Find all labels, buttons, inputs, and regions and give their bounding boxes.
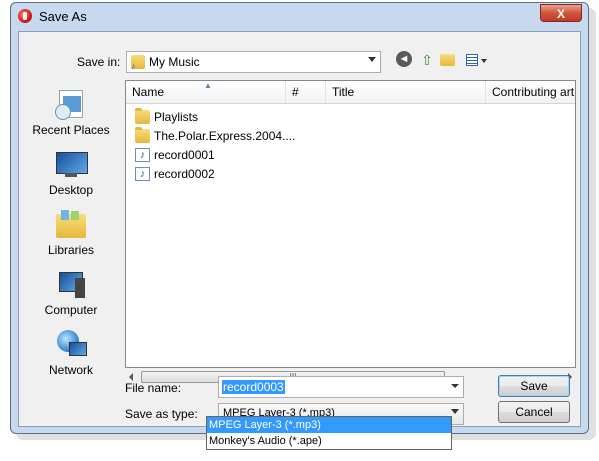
chevron-down-icon[interactable] <box>451 384 459 388</box>
file-name-value: record0003 <box>222 380 285 394</box>
chevron-down-icon <box>368 57 376 62</box>
file-name-input[interactable]: record0003 <box>218 376 464 398</box>
window-title: Save As <box>39 9 87 24</box>
recent-places-label: Recent Places <box>32 123 110 137</box>
recent-places-icon <box>55 88 87 120</box>
column-header: Name ▲ # Title Contributing art <box>126 81 575 104</box>
place-libraries[interactable]: Libraries <box>19 208 123 257</box>
computer-label: Computer <box>44 303 98 317</box>
save-in-label: Save in: <box>77 55 121 69</box>
file-name-label: File name: <box>125 381 182 395</box>
new-folder-button[interactable] <box>440 51 458 69</box>
type-option-mp3[interactable]: MPEG Layer-3 (*.mp3) <box>207 417 451 433</box>
column-title[interactable]: Title <box>326 81 486 103</box>
place-computer[interactable]: Computer <box>19 268 123 317</box>
network-icon <box>55 328 87 360</box>
folder-icon <box>135 127 150 143</box>
save-button[interactable]: Save <box>498 375 570 397</box>
places-bar: Recent Places Desktop Libraries Computer… <box>19 78 123 426</box>
view-grid-icon <box>466 54 478 66</box>
network-label: Network <box>48 363 93 377</box>
view-menu-button[interactable] <box>464 51 490 69</box>
file-list[interactable]: Name ▲ # Title Contributing art Playlist… <box>125 80 576 368</box>
app-icon <box>18 9 32 23</box>
column-contributing-artists[interactable]: Contributing art <box>486 81 575 103</box>
cancel-button[interactable]: Cancel <box>498 401 570 423</box>
folder-up-icon: ⇧ <box>421 52 433 68</box>
back-button[interactable]: ◄ <box>396 51 414 69</box>
type-option-ape[interactable]: Monkey's Audio (*.ape) <box>207 433 451 449</box>
title-bar: Save As X <box>11 3 588 29</box>
close-button[interactable]: X <box>540 4 582 22</box>
save-as-dialog: Save As X Save in: ♪ My Music ◄ ⇧ Recent… <box>10 2 589 434</box>
music-file-icon: ♪ <box>135 148 150 162</box>
scroll-left-icon[interactable] <box>129 373 133 381</box>
back-arrow-icon: ◄ <box>396 51 412 67</box>
new-folder-icon <box>440 54 455 66</box>
save-as-type-label: Save as type: <box>125 407 198 421</box>
save-in-value: My Music <box>149 55 200 69</box>
dialog-client: Save in: ♪ My Music ◄ ⇧ Recent Places De… <box>18 31 581 427</box>
libraries-icon <box>55 208 87 240</box>
place-network[interactable]: Network <box>19 328 123 377</box>
up-one-level-button[interactable]: ⇧ <box>418 51 436 69</box>
music-note-icon: ♪ <box>131 61 136 71</box>
save-in-dropdown[interactable]: ♪ My Music <box>126 51 381 73</box>
place-recent-places[interactable]: Recent Places <box>19 88 123 137</box>
save-as-type-options: MPEG Layer-3 (*.mp3) Monkey's Audio (*.a… <box>206 416 452 450</box>
chevron-down-icon <box>451 409 459 414</box>
column-number[interactable]: # <box>286 81 326 103</box>
desktop-label: Desktop <box>48 183 94 197</box>
folder-icon <box>135 108 150 124</box>
sort-caret-icon: ▲ <box>204 81 212 90</box>
computer-icon <box>55 268 87 300</box>
music-file-icon: ♪ <box>135 167 150 181</box>
desktop-icon <box>55 148 88 180</box>
place-desktop[interactable]: Desktop <box>19 148 123 197</box>
libraries-label: Libraries <box>47 243 95 257</box>
caret-down-icon <box>481 59 487 63</box>
